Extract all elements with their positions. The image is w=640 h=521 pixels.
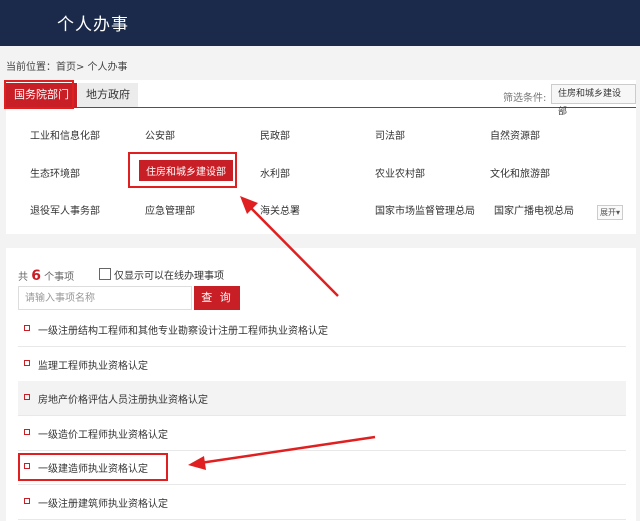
annotation-arrows: [188, 196, 376, 470]
arrow-line-housing: [247, 204, 339, 297]
arrow-line-constructor: [199, 435, 376, 465]
arrowhead-icon: [188, 456, 206, 470]
